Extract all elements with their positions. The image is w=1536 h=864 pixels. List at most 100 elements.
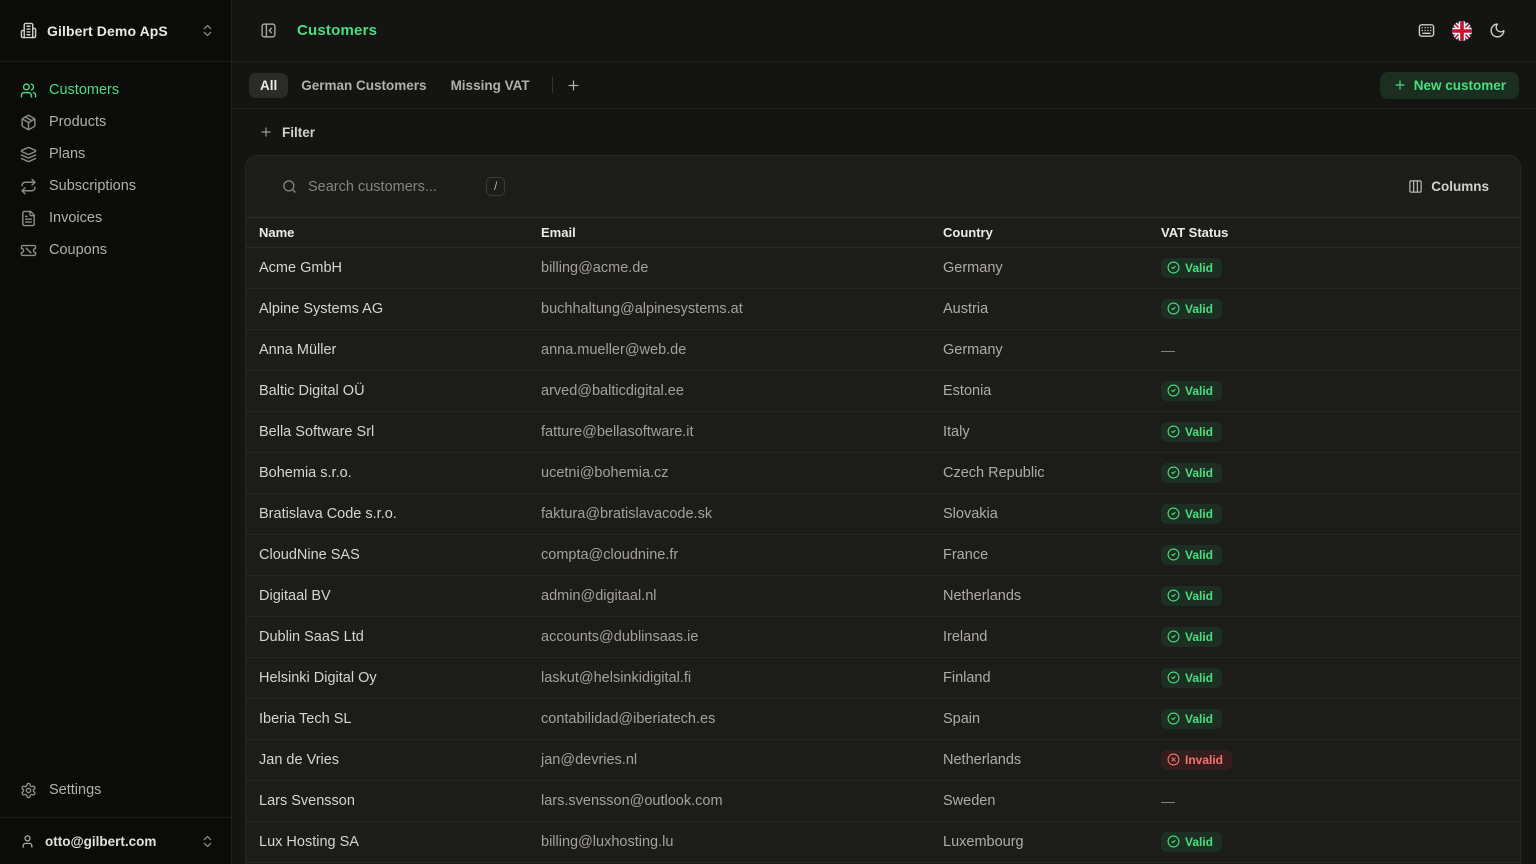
new-customer-button[interactable]: New customer — [1380, 72, 1519, 99]
header-country[interactable]: Country — [933, 218, 1151, 248]
table-row[interactable]: Alpine Systems AGbuchhaltung@alpinesyste… — [246, 289, 1520, 330]
search-icon-wrap — [282, 179, 297, 194]
sidebar-item-customers[interactable]: Customers — [12, 75, 219, 105]
table-row[interactable]: Helsinki Digital Oylaskut@helsinkidigita… — [246, 658, 1520, 699]
keyboard-shortcuts-icon[interactable] — [1418, 22, 1435, 39]
customer-country: Ireland — [933, 617, 1151, 658]
table-row[interactable]: CloudNine SAScompta@cloudnine.frFranceVa… — [246, 535, 1520, 576]
search-shortcut-key: / — [486, 177, 505, 196]
sidebar-item-invoices[interactable]: Invoices — [12, 203, 219, 233]
vat-status-label: Valid — [1185, 671, 1213, 685]
add-view-button[interactable] — [562, 74, 585, 97]
dark-mode-moon-icon[interactable] — [1489, 22, 1506, 39]
tab-all[interactable]: All — [249, 73, 288, 98]
customer-country: Germany — [933, 330, 1151, 371]
table-row[interactable]: Jan de Vriesjan@devries.nlNetherlandsInv… — [246, 740, 1520, 781]
sidebar-item-coupons[interactable]: Coupons — [12, 235, 219, 265]
customer-vat-status: Valid — [1151, 412, 1520, 453]
sidebar-item-settings[interactable]: Settings — [12, 775, 219, 805]
check-circle-icon — [1167, 589, 1180, 602]
vat-status-empty: — — [1161, 342, 1175, 358]
vat-status-label: Valid — [1185, 589, 1213, 603]
table-row[interactable]: Lux Hosting SAbilling@luxhosting.luLuxem… — [246, 822, 1520, 863]
table-row[interactable]: Lars Svenssonlars.svensson@outlook.comSw… — [246, 781, 1520, 822]
table-row[interactable]: Acme GmbHbilling@acme.deGermanyValid — [246, 248, 1520, 289]
vat-status-label: Valid — [1185, 261, 1213, 275]
customer-country: Finland — [933, 658, 1151, 699]
customer-name: Helsinki Digital Oy — [246, 658, 531, 699]
header-vat-status[interactable]: VAT Status — [1151, 218, 1520, 248]
check-circle-icon — [1167, 548, 1180, 561]
header-email[interactable]: Email — [531, 218, 933, 248]
main-area: Customers AllGerman CustomersMissing VAT… — [232, 0, 1536, 864]
language-flag-uk-icon[interactable] — [1452, 21, 1472, 41]
topbar: Customers — [232, 0, 1536, 62]
table-row[interactable]: Iberia Tech SLcontabilidad@iberiatech.es… — [246, 699, 1520, 740]
check-circle-icon — [1167, 835, 1180, 848]
user-menu[interactable]: otto@gilbert.com — [0, 817, 231, 864]
vat-status-label: Valid — [1185, 425, 1213, 439]
search-icon — [282, 179, 297, 194]
check-circle-icon — [1167, 712, 1180, 725]
table-row[interactable]: Dublin SaaS Ltdaccounts@dublinsaas.ieIre… — [246, 617, 1520, 658]
customer-name: Jan de Vries — [246, 740, 531, 781]
vat-status-badge: Valid — [1161, 422, 1222, 442]
table-row[interactable]: Digitaal BVadmin@digitaal.nlNetherlandsV… — [246, 576, 1520, 617]
customer-country: Italy — [933, 412, 1151, 453]
org-switcher[interactable]: Gilbert Demo ApS — [0, 0, 231, 62]
vat-status-label: Valid — [1185, 302, 1213, 316]
customer-name: Lux Hosting SA — [246, 822, 531, 863]
vat-status-label: Valid — [1185, 712, 1213, 726]
sidebar-nav: CustomersProductsPlansSubscriptions Invoi… — [0, 62, 231, 278]
sidebar-item-label: Invoices — [49, 210, 102, 226]
customer-email: fatture@bellasoftware.it — [531, 412, 933, 453]
filter-button[interactable]: Filter — [259, 125, 315, 140]
table-row[interactable]: Anna Mülleranna.mueller@web.deGermany— — [246, 330, 1520, 371]
vat-status-label: Valid — [1185, 835, 1213, 849]
table-row[interactable]: Bratislava Code s.r.o.faktura@bratislava… — [246, 494, 1520, 535]
customer-name: Anna Müller — [246, 330, 531, 371]
columns-button[interactable]: Columns — [1408, 179, 1489, 194]
sidebar-item-plans[interactable]: Plans — [12, 139, 219, 169]
sidebar-item-subscriptions[interactable]: Subscriptions — [12, 171, 219, 201]
building-icon — [20, 22, 37, 39]
customer-email: compta@cloudnine.fr — [531, 535, 933, 576]
table-row[interactable]: Bella Software Srlfatture@bellasoftware.… — [246, 412, 1520, 453]
vat-status-badge: Valid — [1161, 258, 1222, 278]
tab-missing-vat[interactable]: Missing VAT — [440, 73, 541, 98]
customer-vat-status: Valid — [1151, 453, 1520, 494]
table-row[interactable]: Baltic Digital OÜarved@balticdigital.eeE… — [246, 371, 1520, 412]
customers-table: Name Email Country VAT Status Acme GmbHb… — [246, 217, 1520, 863]
table-row[interactable]: Bohemia s.r.o.ucetni@bohemia.czCzech Rep… — [246, 453, 1520, 494]
customer-email: contabilidad@iberiatech.es — [531, 699, 933, 740]
customer-vat-status: Valid — [1151, 658, 1520, 699]
customer-country: Netherlands — [933, 576, 1151, 617]
customer-vat-status: Valid — [1151, 371, 1520, 412]
customer-email: jan@devries.nl — [531, 740, 933, 781]
panel-left-icon — [260, 22, 277, 39]
tab-german-customers[interactable]: German Customers — [290, 73, 437, 98]
customer-vat-status: Valid — [1151, 248, 1520, 289]
customer-vat-status: Valid — [1151, 494, 1520, 535]
vat-status-label: Valid — [1185, 384, 1213, 398]
check-circle-icon — [1167, 671, 1180, 684]
customer-vat-status: Valid — [1151, 535, 1520, 576]
plus-icon — [566, 78, 581, 93]
sidebar: Gilbert Demo ApS CustomersProductsPlansS… — [0, 0, 232, 864]
customer-name: Digitaal BV — [246, 576, 531, 617]
check-circle-icon — [1167, 302, 1180, 315]
layers-icon — [20, 146, 37, 163]
vat-status-label: Valid — [1185, 466, 1213, 480]
header-name[interactable]: Name — [246, 218, 531, 248]
new-customer-label: New customer — [1414, 78, 1506, 93]
collapse-sidebar-button[interactable] — [260, 22, 277, 39]
vat-status-badge: Valid — [1161, 627, 1222, 647]
vat-status-badge: Valid — [1161, 545, 1222, 565]
customer-email: billing@acme.de — [531, 248, 933, 289]
search-input[interactable] — [308, 179, 486, 195]
chevrons-up-down-icon — [200, 834, 215, 849]
sidebar-item-products[interactable]: Products — [12, 107, 219, 137]
customer-vat-status: — — [1151, 330, 1520, 371]
org-name: Gilbert Demo ApS — [47, 23, 190, 39]
customer-name: Lars Svensson — [246, 781, 531, 822]
